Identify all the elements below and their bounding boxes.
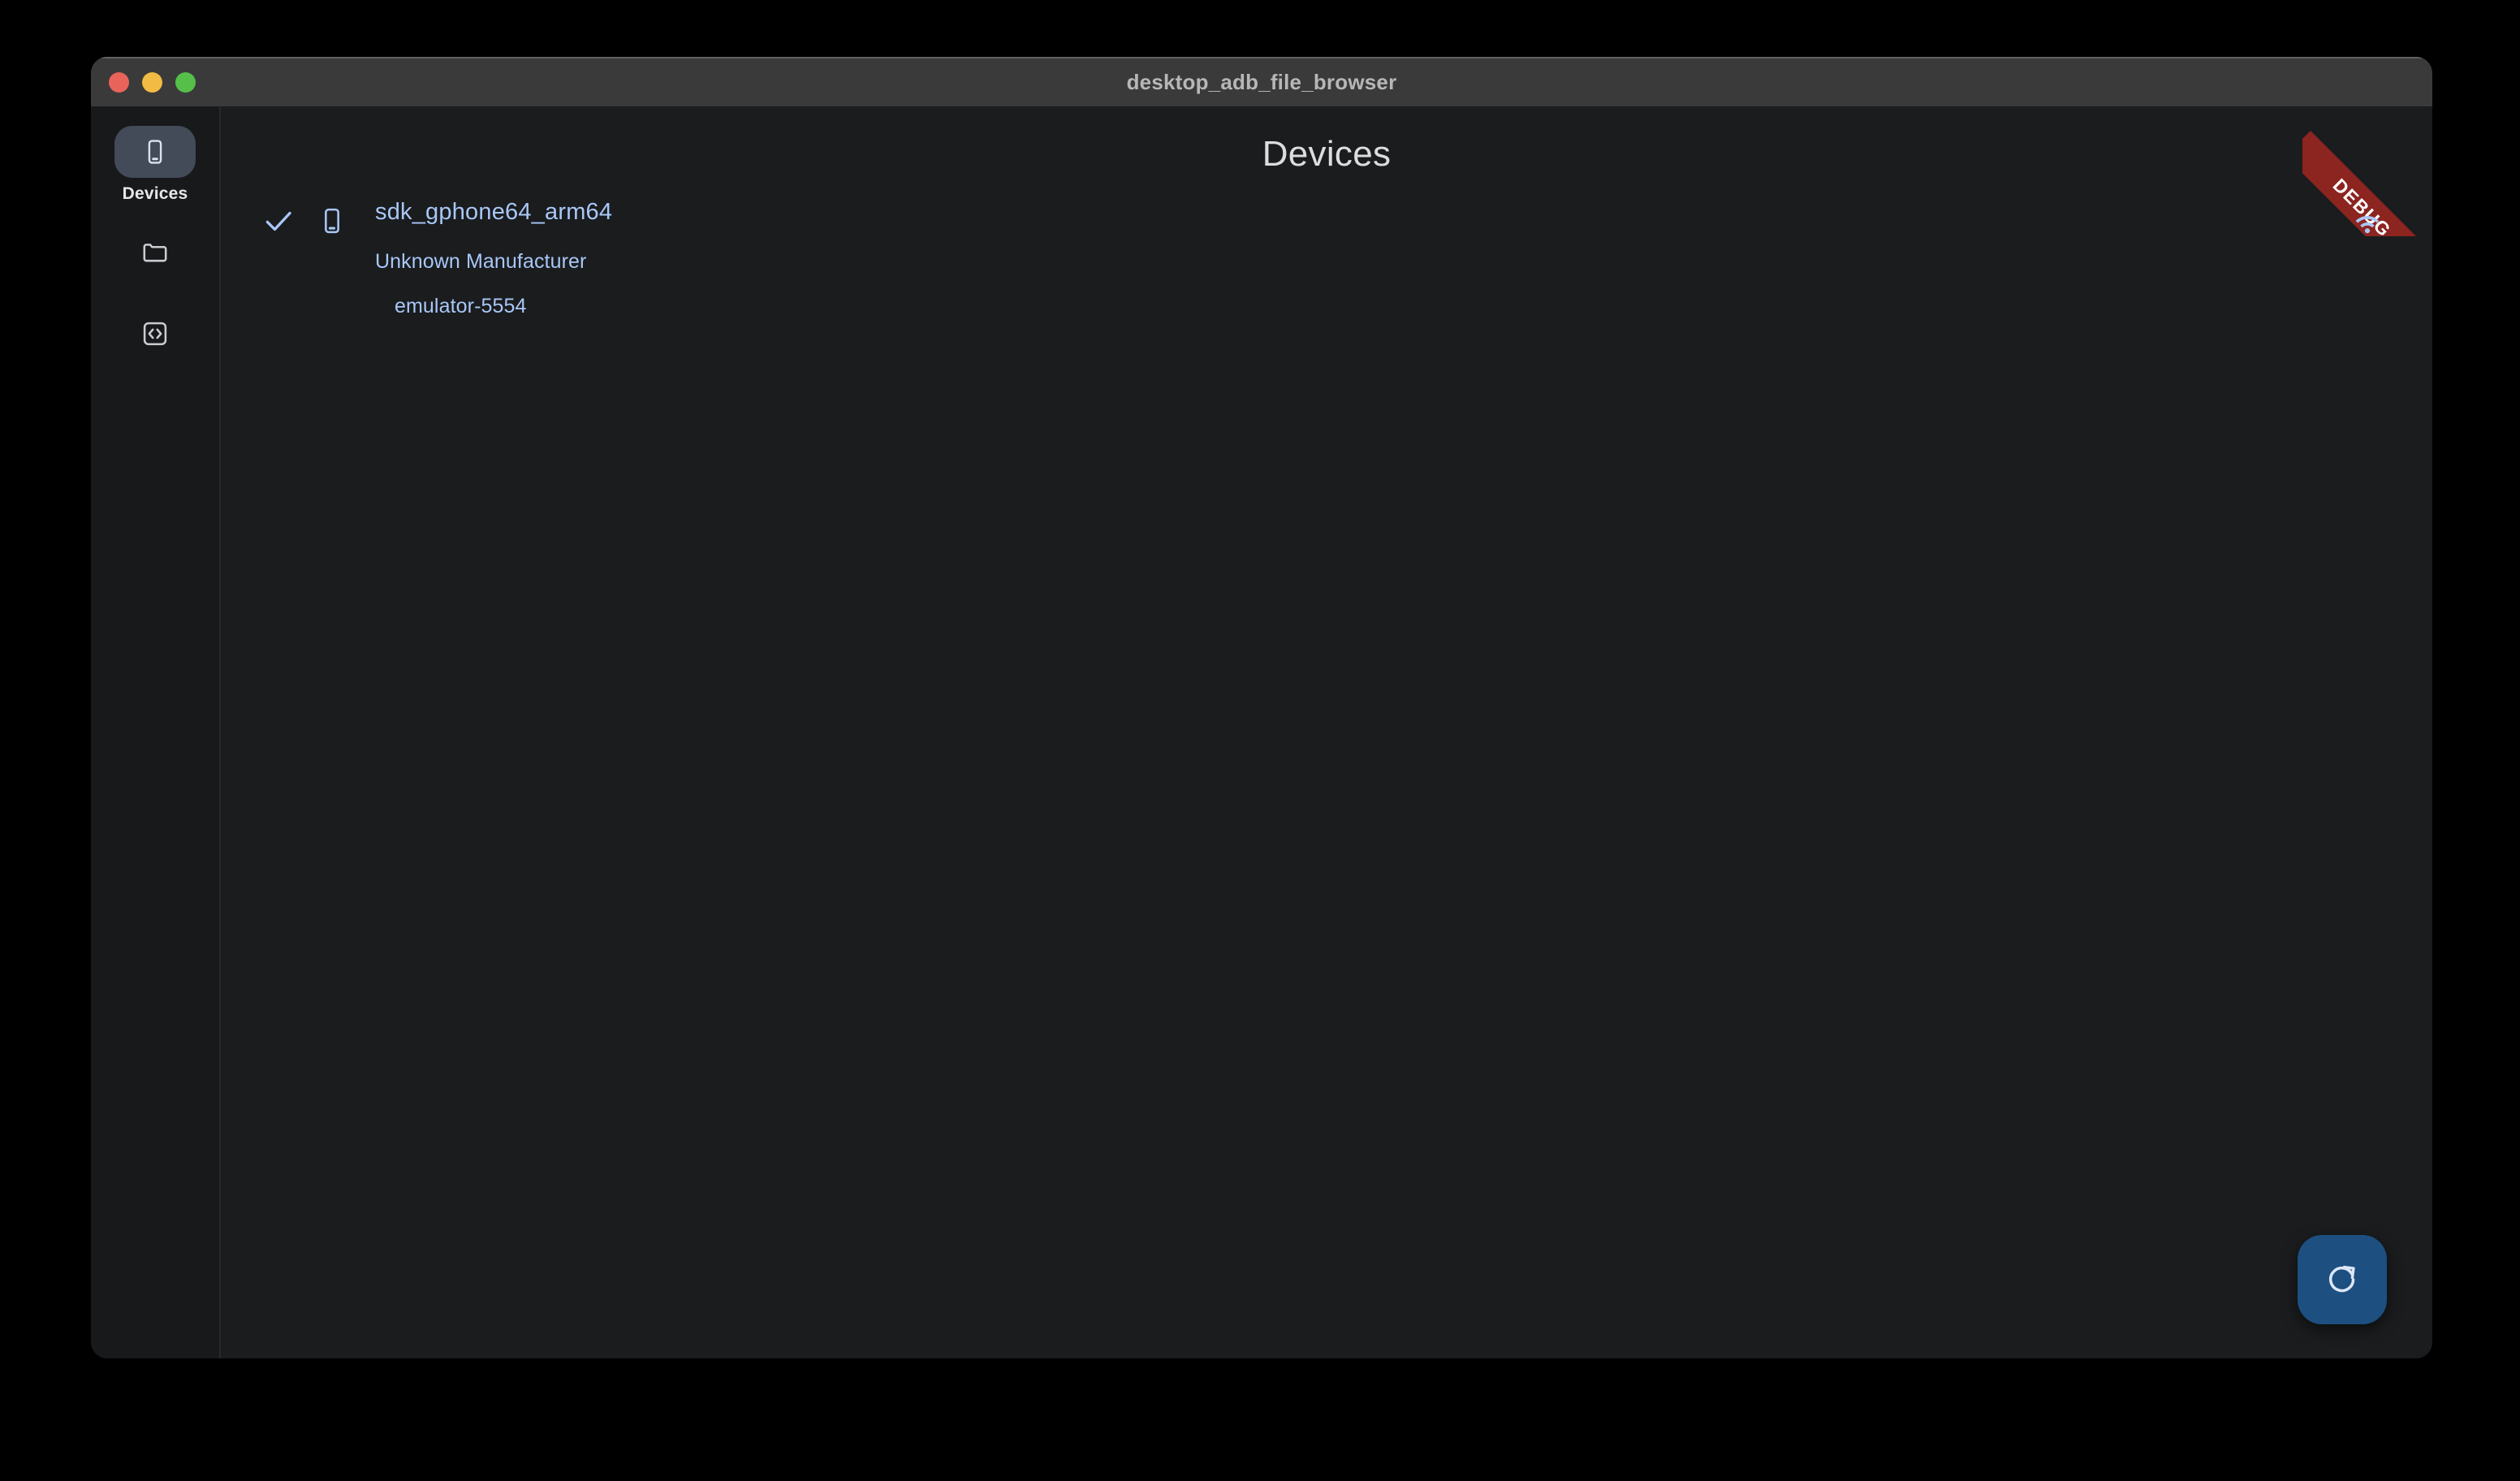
sidebar-item-devices[interactable]: Devices xyxy=(91,126,219,204)
device-manufacturer: Unknown Manufacturer xyxy=(375,250,2351,274)
traffic-light-controls xyxy=(109,58,196,106)
sidebar-item-devices-label: Devices xyxy=(123,184,188,204)
main-content-area: Devices DEBUG xyxy=(221,106,2432,1358)
window-minimize-button[interactable] xyxy=(142,72,162,93)
device-list: sdk_gphone64_arm64 Unknown Manufacturer … xyxy=(221,191,2432,323)
check-icon xyxy=(261,204,296,238)
sidebar-item-commands-pill xyxy=(114,308,196,360)
device-list-item[interactable]: sdk_gphone64_arm64 Unknown Manufacturer … xyxy=(221,191,2432,323)
code-brackets-icon xyxy=(140,319,170,348)
page-title: Devices xyxy=(221,106,2432,175)
navigation-rail: Devices xyxy=(91,106,221,1358)
window-close-button[interactable] xyxy=(109,72,129,93)
device-leading-icons xyxy=(261,196,346,238)
sidebar-item-commands[interactable] xyxy=(91,308,219,366)
sidebar-item-files[interactable] xyxy=(91,227,219,285)
sidebar-item-files-pill xyxy=(114,227,196,278)
application-window: desktop_adb_file_browser Devices xyxy=(91,57,2432,1358)
window-body: Devices xyxy=(91,106,2432,1358)
window-title: desktop_adb_file_browser xyxy=(91,70,2432,95)
refresh-button[interactable] xyxy=(2298,1235,2387,1324)
smartphone-icon xyxy=(318,205,346,237)
device-serial: emulator-5554 xyxy=(395,295,2351,318)
smartphone-icon xyxy=(141,138,169,166)
device-name: sdk_gphone64_arm64 xyxy=(375,196,2351,224)
device-trailing-icons xyxy=(2351,196,2384,240)
wifi-icon[interactable] xyxy=(2351,207,2384,240)
desktop-backdrop: desktop_adb_file_browser Devices xyxy=(0,0,2520,1481)
device-text-block: sdk_gphone64_arm64 Unknown Manufacturer … xyxy=(375,196,2351,318)
folder-icon xyxy=(140,238,170,267)
refresh-icon xyxy=(2324,1262,2360,1297)
title-bar[interactable]: desktop_adb_file_browser xyxy=(91,57,2432,106)
window-maximize-button[interactable] xyxy=(175,72,196,93)
sidebar-item-devices-pill xyxy=(114,126,196,178)
